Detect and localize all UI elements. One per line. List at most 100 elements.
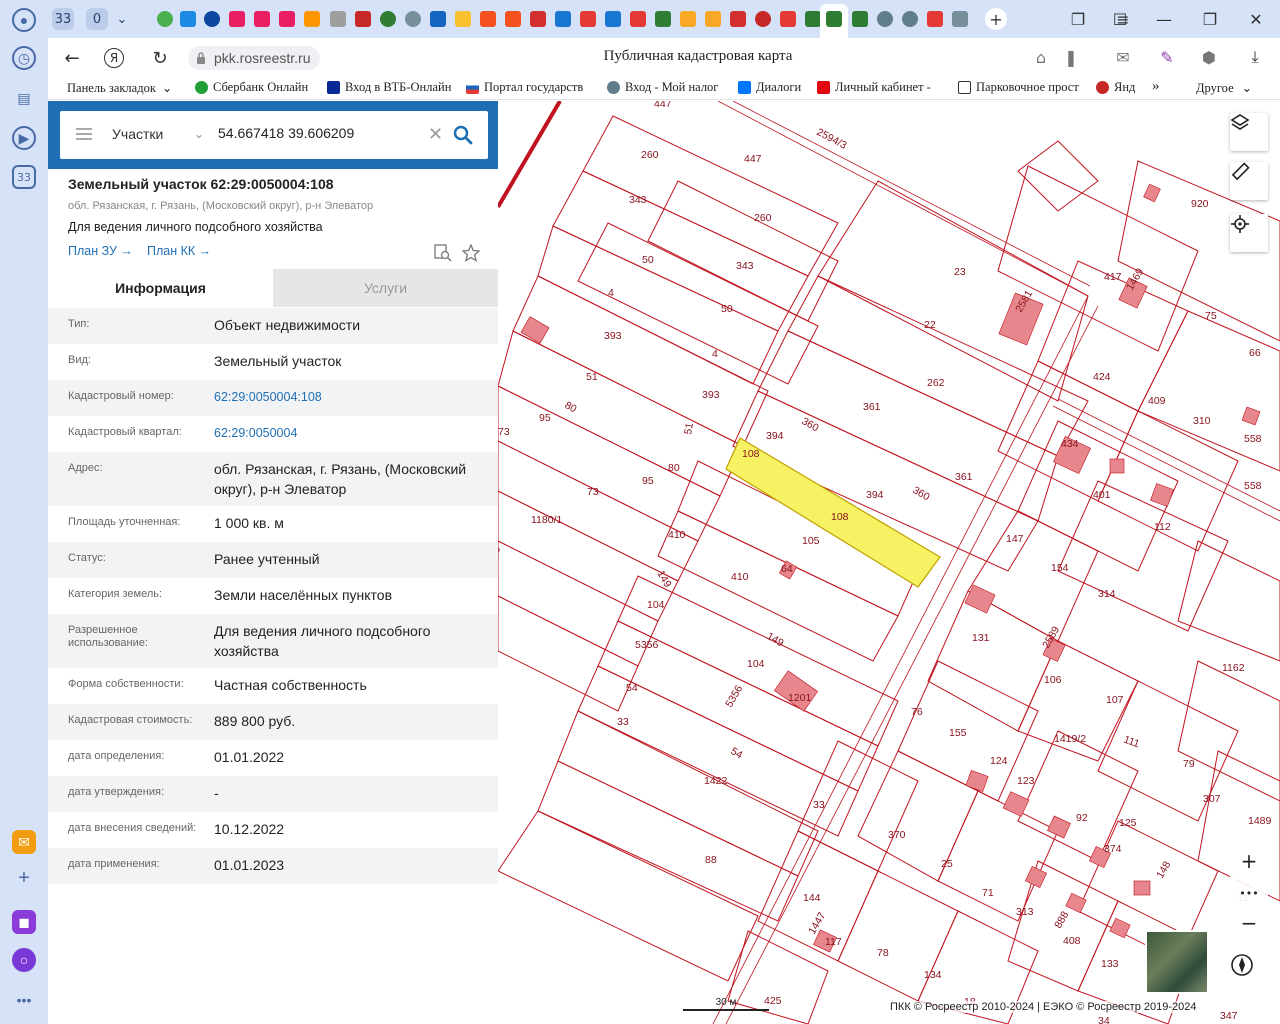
tabs-menu-chevron-icon[interactable]: ⌄ bbox=[112, 8, 132, 30]
tab-favicon-29[interactable] bbox=[877, 11, 893, 27]
bookmark-parking[interactable]: Парковочное прост bbox=[958, 80, 1084, 95]
tab-favicon-8[interactable] bbox=[330, 11, 346, 27]
tab-favicon-24[interactable] bbox=[730, 11, 746, 27]
map-canvas[interactable]: 447260 4473432602594/392050 343 23450417 146… bbox=[498, 101, 1280, 1024]
bookmark-yandex[interactable]: Янд bbox=[1096, 80, 1138, 95]
info-label: Разрешенное использование: bbox=[68, 624, 148, 649]
yandex-logo-icon[interactable]: Я bbox=[104, 48, 124, 68]
plan-kk-link[interactable]: План КК → bbox=[147, 244, 211, 258]
tab-favicon-7[interactable] bbox=[304, 11, 320, 27]
tab-favicon-28[interactable] bbox=[852, 11, 868, 27]
parcel-number-label: 112 bbox=[1154, 521, 1171, 533]
satellite-minimap[interactable] bbox=[1145, 930, 1209, 994]
tab-favicon-30[interactable] bbox=[902, 11, 918, 27]
parcel-number-label: 434 bbox=[1061, 438, 1079, 450]
tab-favicon-6[interactable] bbox=[279, 11, 295, 27]
bookmark-gosuslugi[interactable]: Портал государств bbox=[466, 80, 592, 95]
bookmark-vtb[interactable]: Вход в ВТБ-Онлайн bbox=[327, 80, 451, 95]
tab-favicon-32[interactable] bbox=[952, 11, 968, 27]
tab-favicon-15[interactable] bbox=[505, 11, 521, 27]
layers-button[interactable] bbox=[1230, 113, 1268, 151]
parcel-number-label: 447 bbox=[654, 101, 672, 110]
bookmarks-panel-button[interactable]: Панель закладок ⌄ bbox=[67, 80, 172, 96]
plan-zu-link[interactable]: План ЗУ → bbox=[68, 244, 133, 258]
search-input[interactable] bbox=[218, 125, 428, 141]
tab-favicon-23[interactable] bbox=[705, 11, 721, 27]
compass-button[interactable] bbox=[1230, 953, 1268, 991]
ruler-button[interactable] bbox=[1230, 162, 1268, 200]
tab-favicon-16[interactable] bbox=[530, 11, 546, 27]
tab-favicon-active[interactable] bbox=[826, 11, 842, 27]
search-document-icon[interactable] bbox=[434, 244, 452, 262]
shield-icon[interactable]: ⬢ bbox=[1198, 47, 1220, 67]
video-icon[interactable]: ▶ bbox=[12, 126, 36, 150]
chevron-down-icon[interactable]: ⌄ bbox=[194, 127, 204, 141]
tab-favicon-31[interactable] bbox=[927, 11, 943, 27]
search-icon[interactable] bbox=[452, 124, 474, 146]
tab-info[interactable]: Информация bbox=[48, 269, 273, 307]
profile-icon[interactable]: ● bbox=[12, 8, 36, 32]
reload-icon[interactable]: ↻ bbox=[148, 46, 172, 70]
menu-icon[interactable] bbox=[76, 128, 92, 140]
tab-favicon-14[interactable] bbox=[480, 11, 496, 27]
add-panel-icon[interactable]: + bbox=[12, 866, 36, 890]
new-tab-plus-icon[interactable]: + bbox=[985, 8, 1007, 30]
bookmarks-more-button[interactable]: » bbox=[1152, 78, 1160, 95]
mail-icon[interactable]: ✉ bbox=[12, 830, 36, 854]
cadastral-quarter-link[interactable]: 62:29:0050004 bbox=[214, 423, 486, 443]
cadastral-map[interactable]: 447 260 447 343 260 2594/3 920 50 343 23 4 50 417 146… bbox=[498, 101, 1280, 1024]
more-icon[interactable]: ••• bbox=[12, 988, 36, 1012]
info-label: дата применения: bbox=[68, 858, 160, 870]
minimize-icon[interactable]: — bbox=[1153, 8, 1175, 30]
cadastral-number-link[interactable]: 62:29:0050004:108 bbox=[214, 387, 486, 407]
tab-favicon-10[interactable] bbox=[380, 11, 396, 27]
tab-favicon-13[interactable] bbox=[455, 11, 471, 27]
tab-favicon-17[interactable] bbox=[555, 11, 571, 27]
incognito-tab-count[interactable]: 0 bbox=[86, 8, 108, 30]
close-window-icon[interactable]: ✕ bbox=[1245, 8, 1267, 30]
tabs-badge[interactable]: 33 bbox=[12, 165, 36, 189]
tab-manager-icon[interactable]: ❐ bbox=[1067, 8, 1089, 30]
tab-favicon-25[interactable] bbox=[755, 11, 771, 27]
pen-icon[interactable]: ✎ bbox=[1156, 47, 1178, 67]
bookmark-cabinet[interactable]: Личный кабинет - bbox=[817, 80, 941, 95]
tab-favicon-4[interactable] bbox=[229, 11, 245, 27]
downloads-count-icon[interactable]: ⌂ bbox=[1030, 47, 1052, 67]
restore-icon[interactable]: ❐ bbox=[1199, 8, 1221, 30]
tab-favicon-19[interactable] bbox=[605, 11, 621, 27]
tab-favicon-20[interactable] bbox=[630, 11, 646, 27]
tab-favicon-21[interactable] bbox=[655, 11, 671, 27]
bookmark-icon[interactable]: ❚ bbox=[1060, 47, 1082, 67]
history-icon[interactable]: ◷ bbox=[12, 46, 36, 70]
tab-favicon-2[interactable] bbox=[180, 11, 196, 27]
locate-button[interactable] bbox=[1230, 214, 1268, 252]
messenger-icon[interactable]: ◼ bbox=[12, 910, 36, 934]
download-icon[interactable]: ⤓ bbox=[1244, 47, 1266, 67]
bookmark-vk[interactable]: Диалоги bbox=[738, 80, 808, 95]
alice-icon[interactable]: ○ bbox=[12, 948, 36, 972]
clear-icon[interactable]: ✕ bbox=[428, 124, 443, 145]
collections-icon[interactable]: ▤ bbox=[12, 86, 36, 110]
tab-favicon-5[interactable] bbox=[254, 11, 270, 27]
tab-favicon-9[interactable] bbox=[355, 11, 371, 27]
tab-services[interactable]: Услуги bbox=[273, 269, 498, 307]
bookmark-sberbank[interactable]: Сбербанк Онлайн bbox=[195, 80, 315, 95]
settings-menu-icon[interactable]: ≡ bbox=[1112, 8, 1134, 30]
tab-favicon-3[interactable] bbox=[204, 11, 220, 27]
url-field[interactable]: pkk.rosreestr.ru bbox=[188, 46, 321, 70]
tab-favicon-22[interactable] bbox=[680, 11, 696, 27]
mail-envelope-icon[interactable]: ✉ bbox=[1112, 47, 1134, 67]
bookmark-nalog[interactable]: Вход - Мой налог bbox=[607, 80, 727, 95]
star-icon[interactable] bbox=[462, 244, 480, 262]
tab-favicon-11[interactable] bbox=[405, 11, 421, 27]
tab-favicon-26[interactable] bbox=[780, 11, 796, 27]
tab-favicon-18[interactable] bbox=[580, 11, 596, 27]
tab-favicon-1[interactable] bbox=[157, 11, 173, 27]
back-arrow-icon[interactable]: ← bbox=[60, 46, 84, 70]
other-bookmarks-button[interactable]: Другое ⌄ bbox=[1196, 80, 1252, 96]
search-type-select[interactable]: Участки bbox=[112, 126, 163, 142]
zoom-out-button[interactable]: − bbox=[1230, 904, 1268, 942]
tab-favicon-12[interactable] bbox=[430, 11, 446, 27]
tab-count-button[interactable]: 33 bbox=[52, 8, 74, 30]
tab-favicon-27[interactable] bbox=[805, 11, 821, 27]
